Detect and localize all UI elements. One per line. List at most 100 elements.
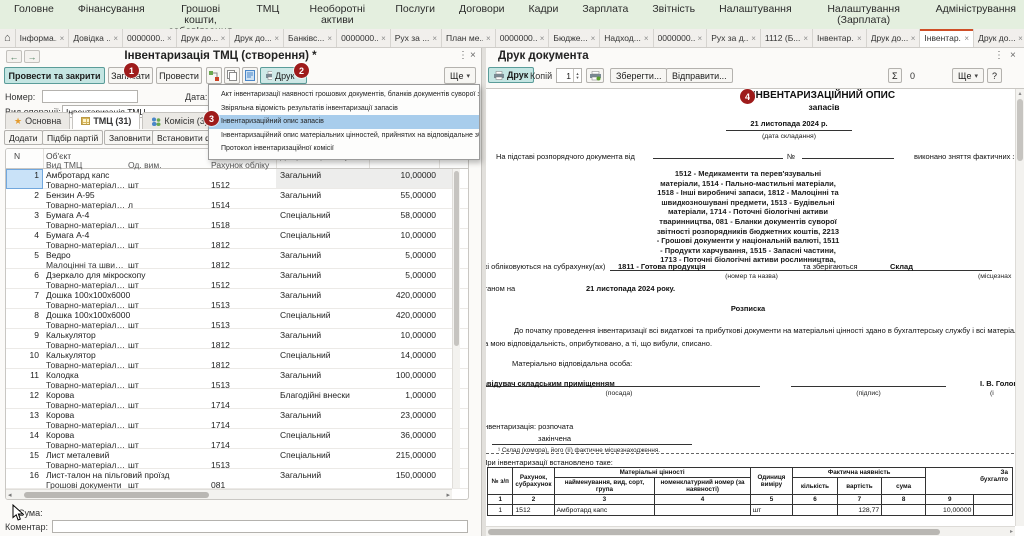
items-table-hscrollbar[interactable]: ◂▸ [6, 489, 452, 499]
post-button[interactable]: Провести [156, 67, 202, 84]
menu-item-6[interactable]: Договори [459, 4, 505, 15]
table-row[interactable]: 3Бумага А-4Спеціальний58,00000Товарно-ма… [6, 209, 468, 229]
window-tab-3[interactable]: Друк до...× [177, 29, 231, 47]
preview-hscrollbar[interactable]: ▸ [486, 526, 1015, 536]
close-icon[interactable]: × [470, 51, 476, 61]
table-row[interactable]: 16Лист-талон на пільговий проїздЗагальни… [6, 469, 468, 489]
close-icon[interactable]: × [167, 34, 172, 43]
send-button[interactable]: Відправити... [666, 68, 733, 83]
close-icon[interactable]: × [591, 34, 596, 43]
close-icon[interactable]: × [327, 34, 332, 43]
menu-item-5[interactable]: Послуги [395, 4, 435, 15]
close-icon[interactable]: × [1010, 51, 1016, 61]
table-row[interactable]: 7Дошка 100х100х6000Загальний420,00000Тов… [6, 289, 468, 309]
window-tab-7[interactable]: Рух за ...× [391, 29, 442, 47]
table-row[interactable]: 14КороваСпеціальний36,00000Товарно-матер… [6, 429, 468, 449]
close-icon[interactable]: × [60, 34, 65, 43]
window-tab-4[interactable]: Друк до...× [230, 29, 284, 47]
print-menu-item-2[interactable]: Інвентаризаційний опис запасів [209, 115, 479, 129]
close-icon[interactable]: × [432, 34, 437, 43]
menu-item-3[interactable]: ТМЦ [256, 4, 279, 15]
close-icon[interactable]: × [698, 34, 703, 43]
table-row[interactable]: 2Бензин А-95Загальний55,00000Товарно-мат… [6, 189, 468, 209]
table-row[interactable]: 10КалькуляторСпеціальний14,00000Товарно-… [6, 349, 468, 369]
window-tab-18[interactable]: Друк до...× [974, 29, 1024, 47]
table-row[interactable]: 5ВедроЗагальний5,00000Малоцінні та швидк… [6, 249, 468, 269]
table-row[interactable]: 13КороваЗагальний23,00000Товарно-матеріа… [6, 409, 468, 429]
menu-item-11[interactable]: Налаштування (Зарплата) [816, 4, 912, 26]
table-row[interactable]: 4Бумага А-4Спеціальний10,00000Товарно-ма… [6, 229, 468, 249]
window-tab-6[interactable]: 0000000...× [337, 29, 391, 47]
comment-input[interactable] [52, 520, 468, 533]
menu-item-12[interactable]: Адміністрування [936, 4, 1016, 15]
window-tab-5[interactable]: Банківс...× [284, 29, 337, 47]
menu-item-0[interactable]: Головне [14, 4, 54, 15]
close-icon[interactable]: × [857, 34, 862, 43]
window-tab-14[interactable]: 1112 (Б...× [761, 29, 813, 47]
printer-settings-icon[interactable] [586, 68, 604, 83]
close-icon[interactable]: × [486, 34, 491, 43]
window-tab-9[interactable]: 0000000...× [496, 29, 550, 47]
add-row-button[interactable]: Додати [4, 130, 43, 145]
close-icon[interactable]: × [911, 34, 916, 43]
window-tab-13[interactable]: Рух за д...× [707, 29, 761, 47]
close-icon[interactable]: × [751, 34, 756, 43]
tab-tmc[interactable]: ТМЦ (31) [72, 112, 140, 129]
menu-item-9[interactable]: Звітність [652, 4, 695, 15]
close-icon[interactable]: × [381, 34, 386, 43]
window-tab-16[interactable]: Друк до...× [867, 29, 921, 47]
window-tab-8[interactable]: План ме...× [442, 29, 496, 47]
pick-batches-button[interactable]: Підбір партій [42, 130, 103, 145]
close-icon[interactable]: × [274, 34, 279, 43]
close-icon[interactable]: × [964, 34, 969, 43]
home-icon[interactable]: ⌂ [0, 29, 16, 47]
more-button[interactable]: Ще▾ [444, 67, 476, 84]
table-row[interactable]: 15Лист металевийСпеціальний215,00000Това… [6, 449, 468, 469]
table-row[interactable]: 1Амбротард капсЗагальний10,00000Товарно-… [6, 169, 468, 189]
sum-icon[interactable]: Σ [888, 68, 902, 83]
table-row[interactable]: 12КороваБлагодійні внески1,00000Товарно-… [6, 389, 468, 409]
menu-item-10[interactable]: Налаштування [719, 4, 792, 15]
fill-button[interactable]: Заповнити [104, 130, 156, 145]
window-tab-15[interactable]: Інвентар...× [813, 29, 867, 47]
menu-item-4[interactable]: Необоротні активи [303, 4, 371, 26]
table-row[interactable]: 9КалькуляторЗагальний10,00000Товарно-мат… [6, 329, 468, 349]
window-tab-11[interactable]: Надход...× [600, 29, 653, 47]
close-icon[interactable]: × [1018, 34, 1023, 43]
copies-stepper[interactable]: 1▴▾ [556, 68, 582, 83]
related-documents-icon[interactable] [242, 67, 258, 84]
help-button[interactable]: ? [987, 68, 1002, 83]
window-tab-10[interactable]: Бюдже...× [549, 29, 600, 47]
close-icon[interactable]: × [803, 34, 808, 43]
print-menu-item-3[interactable]: Інвентаризаційний опис матеріальних цінн… [209, 129, 479, 143]
preview-vscrollbar[interactable]: ▴ [1015, 89, 1024, 526]
copy-icon[interactable] [224, 67, 240, 84]
close-icon[interactable]: × [113, 34, 118, 43]
table-row[interactable]: 8Дошка 100х100х6000Спеціальний420,00000Т… [6, 309, 468, 329]
window-tab-17[interactable]: Інвентар...× [920, 29, 974, 47]
post-and-close-button[interactable]: Провести та закрити [4, 67, 105, 84]
close-icon[interactable]: × [221, 34, 226, 43]
print-menu-item-4[interactable]: Протокол інвентаризаційної комісії [209, 142, 479, 156]
items-table-vscrollbar[interactable] [452, 169, 460, 488]
table-row[interactable]: 11КолодкаЗагальний100,00000Товарно-матер… [6, 369, 468, 389]
more-dots-icon[interactable]: ⋮ [994, 51, 1004, 61]
more-button[interactable]: Ще▾ [952, 68, 984, 83]
number-input[interactable] [42, 90, 138, 103]
tab-osnovna[interactable]: ★Основна [5, 112, 70, 129]
close-icon[interactable]: × [644, 34, 649, 43]
menu-item-1[interactable]: Фінансування [78, 4, 145, 15]
menu-item-8[interactable]: Зарплата [582, 4, 628, 15]
window-tab-0[interactable]: Інформа...× [16, 29, 70, 47]
print-menu-item-0[interactable]: Акт інвентаризації наявності грошових до… [209, 88, 479, 102]
window-tab-12[interactable]: 0000000...× [654, 29, 708, 47]
print-menu-item-1[interactable]: Звіряльна відомість результатів інвентар… [209, 102, 479, 116]
window-tab-1[interactable]: Довідка ...× [69, 29, 123, 47]
table-row[interactable]: 6Дзеркало для мікроскопуЗагальний5,00000… [6, 269, 468, 289]
window-tab-2[interactable]: 0000000...× [123, 29, 177, 47]
create-based-on-icon[interactable] [206, 67, 222, 84]
close-icon[interactable]: × [540, 34, 545, 43]
print-button[interactable]: Друк [488, 67, 534, 83]
more-dots-icon[interactable]: ⋮ [458, 51, 468, 61]
menu-item-7[interactable]: Кадри [529, 4, 559, 15]
